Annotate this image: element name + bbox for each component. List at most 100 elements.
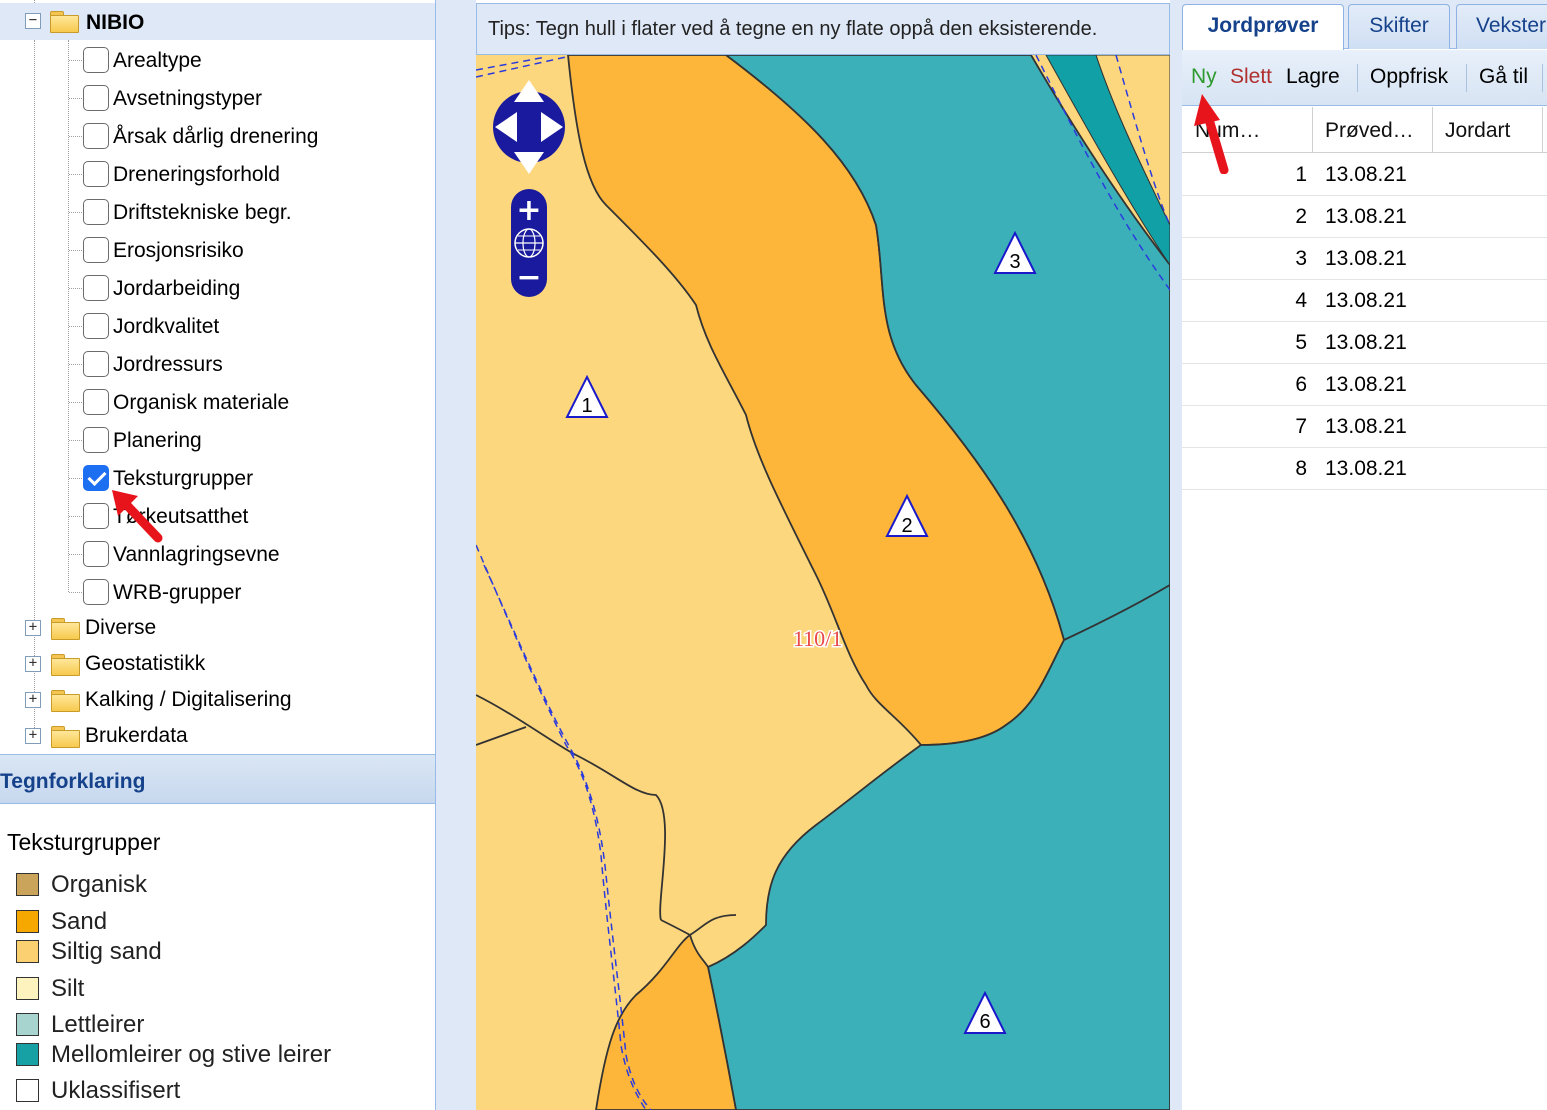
- legend-swatch: [16, 873, 39, 896]
- zoom-out-button[interactable]: −: [516, 260, 541, 295]
- splitter[interactable]: [436, 0, 476, 1110]
- layer-checkbox[interactable]: [83, 427, 109, 453]
- tree-node-nibio[interactable]: − NIBIO: [0, 3, 435, 40]
- layer-item[interactable]: Årsak dårlig drenering: [82, 120, 422, 152]
- legend-swatch: [16, 910, 39, 933]
- table-row[interactable]: 6 13.08.21: [1182, 364, 1547, 406]
- delete-button[interactable]: Slett: [1230, 65, 1272, 89]
- layer-checkbox[interactable]: [83, 541, 109, 567]
- legend-item: Sand: [16, 908, 416, 938]
- layer-item[interactable]: Avsetningstyper: [82, 82, 422, 114]
- splitter[interactable]: [1170, 0, 1182, 1110]
- layer-checkbox[interactable]: [83, 237, 109, 263]
- goto-button[interactable]: Gå til: [1479, 65, 1528, 89]
- group-label: Diverse: [85, 616, 157, 639]
- layer-label: Jordkvalitet: [113, 315, 220, 338]
- expand-icon[interactable]: +: [25, 620, 41, 636]
- layer-item[interactable]: Jordarbeiding: [82, 272, 422, 304]
- grid-header: Num… Prøved… Jordart: [1182, 107, 1547, 153]
- cell-date: 13.08.21: [1325, 247, 1407, 270]
- map-view[interactable]: 110/1 1 2 3 6 + −: [476, 55, 1170, 1110]
- layer-label: Organisk materiale: [113, 391, 290, 414]
- layer-checkbox[interactable]: [83, 47, 109, 73]
- layer-label: Avsetningstyper: [113, 87, 263, 110]
- tree-node-group[interactable]: + Diverse: [0, 612, 420, 644]
- layer-checkbox[interactable]: [83, 85, 109, 111]
- pan-control[interactable]: [493, 80, 565, 174]
- collapse-icon[interactable]: −: [25, 13, 41, 29]
- layer-item[interactable]: Erosjonsrisiko: [82, 234, 422, 266]
- refresh-button[interactable]: Oppfrisk: [1370, 65, 1448, 89]
- layer-checkbox[interactable]: [83, 351, 109, 377]
- layer-label: Planering: [113, 429, 202, 452]
- column-header-soil[interactable]: Jordart: [1433, 107, 1543, 153]
- tree-node-label: NIBIO: [86, 11, 145, 34]
- layer-checkbox[interactable]: [83, 503, 109, 529]
- tree-node-group[interactable]: + Kalking / Digitalisering: [0, 684, 420, 716]
- layer-item[interactable]: WRB-grupper: [82, 576, 422, 608]
- column-header-date[interactable]: Prøved…: [1313, 107, 1433, 153]
- tab-bar: Jordprøver Skifter Vekster: [1182, 0, 1547, 50]
- legend-label: Uklassifisert: [51, 1077, 181, 1104]
- layer-checkbox[interactable]: [83, 123, 109, 149]
- new-button[interactable]: Ny: [1191, 65, 1217, 89]
- pan-up-icon[interactable]: [514, 80, 544, 102]
- save-button[interactable]: Lagre: [1286, 65, 1340, 89]
- zoom-control[interactable]: + −: [511, 189, 547, 297]
- table-row[interactable]: 5 13.08.21: [1182, 322, 1547, 364]
- layer-checkbox[interactable]: [83, 389, 109, 415]
- layer-checkbox[interactable]: [83, 313, 109, 339]
- cell-number: 8: [1295, 457, 1307, 480]
- legend-label: Mellomleirer og stive leirer: [51, 1041, 332, 1068]
- table-row[interactable]: 2 13.08.21: [1182, 196, 1547, 238]
- legend-item: Mellomleirer og stive leirer: [16, 1041, 416, 1071]
- layer-checkbox[interactable]: [83, 199, 109, 225]
- layer-item[interactable]: Jordressurs: [82, 348, 422, 380]
- legend-swatch: [16, 1079, 39, 1102]
- layer-label: Årsak dårlig drenering: [113, 125, 319, 148]
- layer-checkbox[interactable]: [83, 161, 109, 187]
- folder-icon: [51, 690, 80, 712]
- tree-node-group[interactable]: + Geostatistikk: [0, 648, 420, 680]
- folder-open-icon: [50, 11, 79, 33]
- layer-item[interactable]: Organisk materiale: [82, 386, 422, 418]
- tab-vekster[interactable]: Vekster: [1456, 4, 1547, 49]
- layer-item[interactable]: Jordkvalitet: [82, 310, 422, 342]
- layer-label: Jordarbeiding: [113, 277, 241, 300]
- layer-checkbox[interactable]: [83, 465, 109, 491]
- tab-label: Jordprøver: [1207, 14, 1319, 37]
- table-row[interactable]: 7 13.08.21: [1182, 406, 1547, 448]
- group-label: Geostatistikk: [85, 652, 206, 675]
- expand-icon[interactable]: +: [25, 692, 41, 708]
- legend-header[interactable]: Tegnforklaring: [0, 754, 435, 804]
- layer-item[interactable]: Driftstekniske begr.: [82, 196, 422, 228]
- layer-checkbox[interactable]: [83, 275, 109, 301]
- tab-jordprover[interactable]: Jordprøver: [1182, 4, 1344, 50]
- folder-icon: [51, 618, 80, 640]
- layer-item[interactable]: Arealtype: [82, 44, 422, 76]
- expand-icon[interactable]: +: [25, 728, 41, 744]
- pan-down-icon[interactable]: [514, 152, 544, 174]
- table-row[interactable]: 1 13.08.21: [1182, 154, 1547, 196]
- table-row[interactable]: 4 13.08.21: [1182, 280, 1547, 322]
- zoom-in-button[interactable]: +: [516, 193, 541, 228]
- layer-label: Erosjonsrisiko: [113, 239, 244, 262]
- layer-label: Arealtype: [113, 49, 202, 72]
- cell-number: 7: [1295, 415, 1307, 438]
- tab-label: Vekster: [1475, 14, 1547, 37]
- table-row[interactable]: 3 13.08.21: [1182, 238, 1547, 280]
- expand-icon[interactable]: +: [25, 656, 41, 672]
- layer-item[interactable]: Planering: [82, 424, 422, 456]
- map-canvas[interactable]: 110/1 1 2 3 6 + −: [476, 55, 1170, 1110]
- legend-label: Siltig sand: [51, 938, 162, 965]
- legend-header-title: Tegnforklaring: [0, 770, 146, 793]
- tree-node-group[interactable]: + Brukerdata: [0, 720, 420, 752]
- sample-marker-1[interactable]: 1: [565, 374, 609, 418]
- layer-tree: − NIBIO Arealtype Avsetningstyper Årsak då…: [0, 0, 435, 752]
- cell-date: 13.08.21: [1325, 163, 1407, 186]
- table-row[interactable]: 8 13.08.21: [1182, 448, 1547, 490]
- tab-skifter[interactable]: Skifter: [1348, 4, 1450, 49]
- layer-item[interactable]: Dreneringsforhold: [82, 158, 422, 190]
- cell-date: 13.08.21: [1325, 373, 1407, 396]
- layer-checkbox[interactable]: [83, 579, 109, 605]
